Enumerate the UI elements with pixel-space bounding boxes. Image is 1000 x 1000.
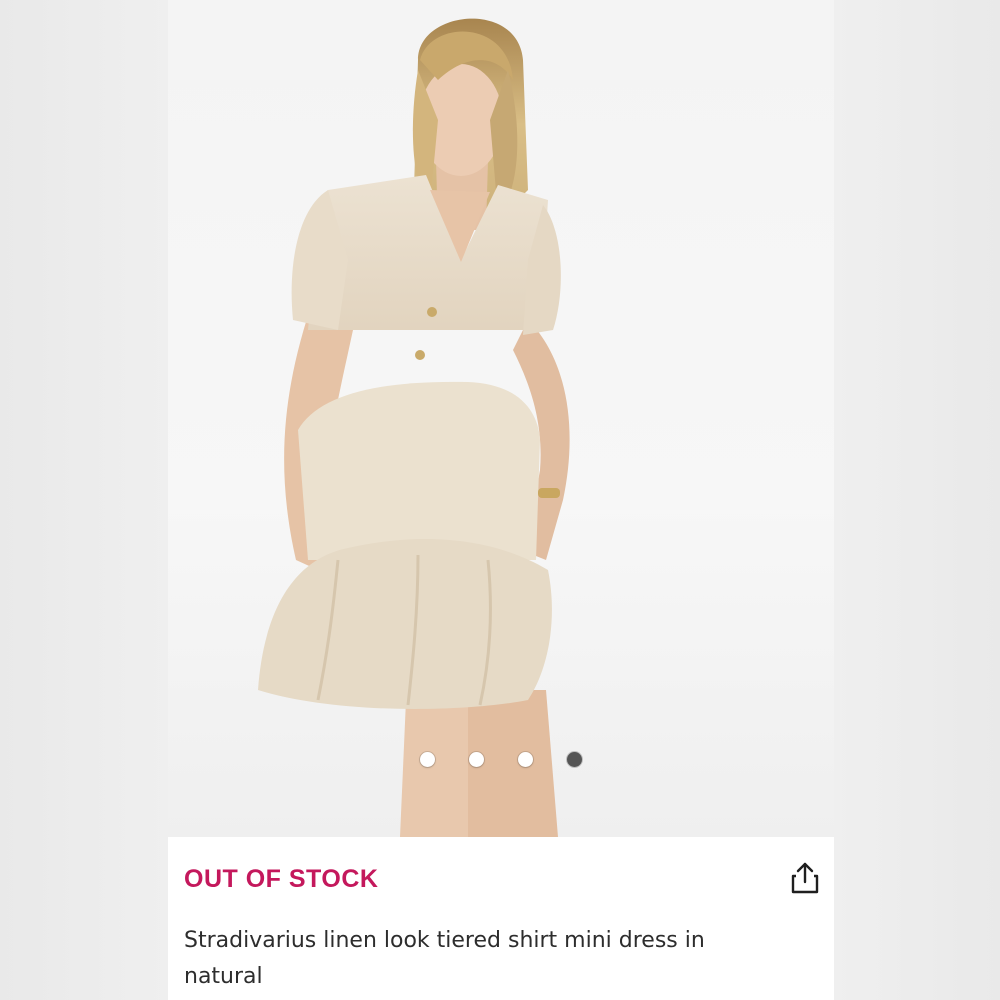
left-backdrop <box>0 0 168 1000</box>
product-info: OUT OF STOCK Stradivarius linen look tie… <box>168 837 834 1000</box>
pagination-dot-2[interactable] <box>469 752 484 767</box>
pagination-dot-4-active[interactable] <box>567 752 582 767</box>
share-icon <box>791 862 819 894</box>
image-pagination <box>168 752 834 772</box>
right-backdrop <box>834 0 1000 1000</box>
stock-status: OUT OF STOCK <box>184 865 379 893</box>
product-image[interactable] <box>168 0 834 837</box>
product-title: Stradivarius linen look tiered shirt min… <box>184 928 705 989</box>
product-photo-illustration <box>258 18 570 837</box>
product-card: OUT OF STOCK Stradivarius linen look tie… <box>168 0 834 1000</box>
pagination-dot-3[interactable] <box>518 752 533 767</box>
share-button[interactable] <box>790 861 820 895</box>
pagination-dot-1[interactable] <box>420 752 435 767</box>
